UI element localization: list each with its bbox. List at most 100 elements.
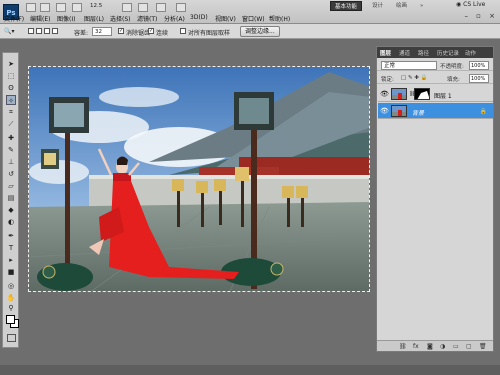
menu-edit[interactable]: 编辑(E) <box>30 14 50 23</box>
tolerance-input[interactable]: 32 <box>92 27 112 36</box>
menu-bar: Ps 12.5 基本功能 设计 绘画 » ◉ CS Live 文件(F) 编辑(… <box>0 0 500 24</box>
workspace-more-button[interactable]: » <box>416 1 427 11</box>
intersect-selection-icon[interactable] <box>52 28 58 34</box>
fx-icon[interactable]: fx <box>413 343 419 350</box>
refine-edge-button[interactable]: 调整边缘... <box>240 26 280 37</box>
zoom-tool-icon[interactable]: ⚲ <box>6 303 16 313</box>
window-controls[interactable]: – ▫ × <box>464 12 498 20</box>
path-selection-tool-icon[interactable]: ▸ <box>6 255 16 265</box>
lock-icon: 🔒 <box>479 108 487 115</box>
status-bar <box>0 365 500 375</box>
eye-icon[interactable]: 👁 <box>380 107 389 115</box>
brush-tool-icon[interactable]: ✎ <box>6 145 16 155</box>
gradient-tool-icon[interactable]: ▤ <box>6 193 16 203</box>
dodge-tool-icon[interactable]: ◐ <box>6 217 16 227</box>
foreground-color-swatch[interactable] <box>6 315 15 324</box>
menu-3d[interactable]: 3D(D) <box>190 14 208 21</box>
folder-icon[interactable]: ▭ <box>453 343 459 350</box>
zoom-level-icon[interactable] <box>72 3 82 12</box>
cslive-button[interactable]: ◉ CS Live <box>456 1 485 8</box>
menu-layer[interactable]: 图层(L) <box>84 14 104 23</box>
eraser-tool-icon[interactable]: ▱ <box>6 181 16 191</box>
link-icon[interactable]: ⛓ <box>399 343 407 350</box>
3d-rotate-tool-icon[interactable]: ◎ <box>6 281 16 291</box>
menu-filter[interactable]: 滤镜(T) <box>137 14 157 23</box>
add-selection-icon[interactable] <box>36 28 42 34</box>
layer-name[interactable]: 背景 <box>412 108 424 117</box>
quick-mask-icon[interactable] <box>7 334 16 342</box>
layer-thumbnail <box>391 88 407 100</box>
menu-help[interactable]: 帮助(H) <box>269 14 290 23</box>
adjust-icon[interactable]: ◑ <box>440 343 445 350</box>
layer-row-layer1[interactable]: 👁 ⛓ 图层 1 <box>378 86 493 102</box>
rotate-view-icon[interactable] <box>138 3 148 12</box>
lasso-tool-icon[interactable]: ʘ <box>6 83 16 93</box>
history-brush-tool-icon[interactable]: ↺ <box>6 169 16 179</box>
screen-mode-icon[interactable] <box>176 3 186 12</box>
zoom-level[interactable]: 12.5 <box>90 3 116 12</box>
tab-actions[interactable]: 动作 <box>465 49 476 57</box>
menu-analysis[interactable]: 分析(A) <box>164 14 185 23</box>
workspace-painting-button[interactable]: 绘画 <box>392 1 411 11</box>
menu-file[interactable]: 文件(F) <box>4 14 24 23</box>
layer-row-background[interactable]: 👁 背景 🔒 <box>378 103 493 119</box>
sample-all-checkbox[interactable] <box>180 28 186 34</box>
layer-thumbnail <box>391 105 407 117</box>
trash-icon[interactable]: 🗑 <box>479 343 487 350</box>
tab-layers[interactable]: 图层 <box>380 49 391 57</box>
menu-image[interactable]: 图像(I) <box>57 14 75 23</box>
tab-channels[interactable]: 通道 <box>399 49 410 57</box>
lock-label: 锁定: <box>381 77 394 83</box>
workspace-design-button[interactable]: 设计 <box>368 1 387 11</box>
shape-tool-icon[interactable]: ■ <box>6 267 16 277</box>
minibridge-icon[interactable] <box>40 3 50 12</box>
cslive-label: CS Live <box>463 1 486 8</box>
new-layer-icon[interactable]: ▢ <box>466 343 472 350</box>
eye-icon[interactable]: 👁 <box>380 90 389 98</box>
crop-tool-icon[interactable]: ⌗ <box>6 107 16 117</box>
subtract-selection-icon[interactable] <box>44 28 50 34</box>
contiguous-label: 连续 <box>156 30 169 37</box>
magic-wand-icon[interactable]: 🔍▾ <box>4 28 14 35</box>
tolerance-label: 容差: <box>74 30 89 37</box>
layers-panel-tabs: 图层 通道 路径 历史记录 动作 <box>377 47 493 58</box>
document-canvas[interactable] <box>28 66 370 292</box>
arrange-docs-icon[interactable] <box>156 3 166 12</box>
antialias-label: 消除锯齿 <box>126 30 151 37</box>
layer-mask-thumbnail[interactable] <box>414 88 430 100</box>
contiguous-checkbox[interactable]: ✓ <box>148 28 154 34</box>
new-selection-icon[interactable] <box>28 28 34 34</box>
hand-icon[interactable] <box>122 3 132 12</box>
marquee-tool-icon[interactable]: ⬚ <box>6 71 16 81</box>
blur-tool-icon[interactable]: ◆ <box>6 205 16 215</box>
type-tool-icon[interactable]: T <box>6 243 16 253</box>
hand-tool-icon[interactable]: ✋ <box>6 293 16 303</box>
blend-row: 正常 不透明度: 100% <box>377 59 493 71</box>
clone-stamp-tool-icon[interactable]: ⊥ <box>6 157 16 167</box>
bridge-icon[interactable] <box>26 3 36 12</box>
canvas-image <box>29 67 369 291</box>
layers-panel: 图层 通道 路径 历史记录 动作 正常 不透明度: 100% 锁定: □ ✎ ✚… <box>376 46 494 352</box>
workspace-essentials-button[interactable]: 基本功能 <box>330 1 363 11</box>
fill-input[interactable]: 100% <box>469 74 489 83</box>
healing-tool-icon[interactable]: ✚ <box>6 133 16 143</box>
move-tool-icon[interactable]: ➤ <box>6 59 16 69</box>
eyedropper-tool-icon[interactable]: ⟋ <box>6 119 16 129</box>
mask-icon[interactable]: ◙ <box>427 343 433 350</box>
layers-panel-footer: ⛓ fx ◙ ◑ ▭ ▢ 🗑 <box>377 340 493 351</box>
menu-select[interactable]: 选择(S) <box>110 14 131 23</box>
pen-tool-icon[interactable]: ✒ <box>6 231 16 241</box>
antialias-checkbox[interactable]: ✓ <box>118 28 124 34</box>
tab-paths[interactable]: 路径 <box>418 49 429 57</box>
menu-view[interactable]: 视图(V) <box>215 14 236 23</box>
tab-history[interactable]: 历史记录 <box>437 49 459 57</box>
menu-window[interactable]: 窗口(W) <box>242 14 265 23</box>
lock-icons[interactable]: □ ✎ ✚ 🔒 <box>401 75 428 81</box>
layer-name[interactable]: 图层 1 <box>434 91 452 100</box>
sample-all-label: 对所有图层取样 <box>188 30 231 37</box>
opacity-input[interactable]: 100% <box>469 61 489 70</box>
view-extras-icon[interactable] <box>56 3 66 12</box>
magic-wand-tool-icon[interactable]: ✧ <box>6 95 16 105</box>
blend-mode-select[interactable]: 正常 <box>381 61 437 70</box>
options-bar: 🔍▾ 容差: 32 ✓ 消除锯齿 ✓ 连续 对所有图层取样 调整边缘... <box>0 24 500 39</box>
